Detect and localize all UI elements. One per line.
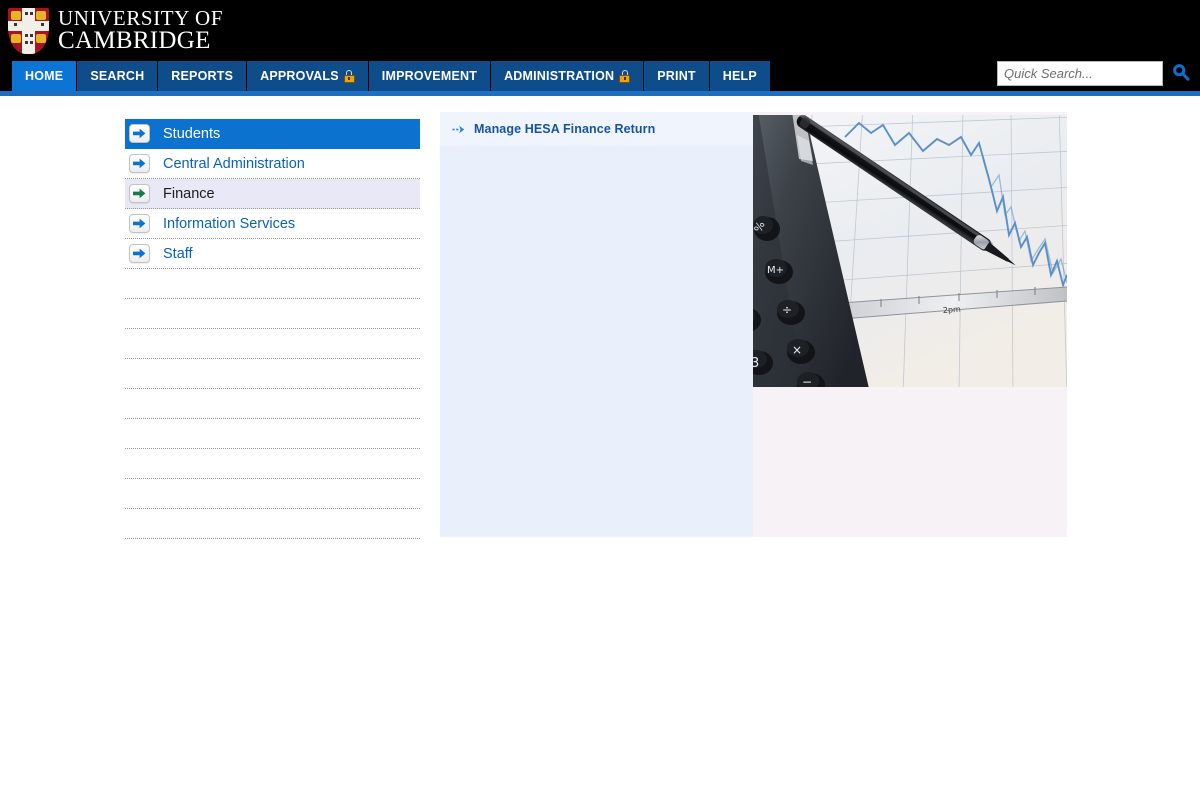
sidebar-item-label: Staff	[163, 245, 193, 262]
sidebar-item-central-administration[interactable]: Central Administration	[125, 149, 420, 179]
calculator-and-pen-on-financial-chart-photo: 2pm % M+ ÷ × − 3	[753, 115, 1067, 387]
sidebar-empty-row	[125, 419, 420, 449]
lock-icon	[343, 69, 355, 83]
sidebar-empty-row	[125, 329, 420, 359]
sidebar-empty-row	[125, 509, 420, 539]
nav-tab-search[interactable]: SEARCH	[77, 61, 159, 91]
quick-search	[997, 61, 1192, 86]
nav-tab-help[interactable]: HELP	[709, 61, 770, 91]
nav-tab-label: IMPROVEMENT	[381, 69, 478, 83]
arrow-right-icon	[129, 244, 150, 263]
sidebar-empty-row	[125, 389, 420, 419]
nav-tab-approvals[interactable]: APPROVALS	[247, 61, 369, 91]
sidebar-item-students[interactable]: Students	[125, 119, 420, 149]
dashed-arrow-icon	[452, 125, 465, 134]
svg-text:3: 3	[753, 356, 759, 371]
sidebar-empty-row	[125, 299, 420, 329]
nav-tab-label: ADMINISTRATION	[504, 69, 615, 83]
svg-text:−: −	[802, 375, 812, 387]
sidebar-item-label: Finance	[163, 185, 215, 202]
sidebar-item-label: Central Administration	[163, 155, 305, 172]
brand-logo[interactable]: UNIVERSITY OF CAMBRIDGE	[8, 8, 223, 54]
sidebar-empty-row	[125, 269, 420, 299]
search-input[interactable]	[997, 61, 1163, 86]
search-button[interactable]	[1170, 62, 1192, 86]
main-navigation: HOME SEARCH REPORTS APPROVALS IMPROVEMENT ADM…	[12, 61, 770, 91]
nav-tab-label: HOME	[25, 69, 64, 83]
sidebar-item-staff[interactable]: Staff	[125, 239, 420, 269]
cambridge-crest-icon	[8, 8, 49, 54]
category-sidebar: Students Central Administration Finance Inf…	[125, 119, 420, 539]
sidebar-item-label: Information Services	[163, 215, 296, 232]
nav-tab-label: APPROVALS	[260, 69, 339, 83]
site-header: UNIVERSITY OF CAMBRIDGE HOME SEARCH REPORT…	[0, 0, 1200, 91]
task-link-label: Manage HESA Finance Return	[474, 122, 656, 136]
arrow-right-icon	[129, 184, 150, 203]
arrow-right-icon	[129, 124, 150, 143]
search-icon	[1172, 63, 1190, 84]
sidebar-empty-row	[125, 449, 420, 479]
lock-icon	[619, 69, 631, 83]
nav-tab-label: REPORTS	[171, 69, 234, 83]
task-list-panel: Manage HESA Finance Return	[440, 112, 753, 537]
nav-tab-administration[interactable]: ADMINISTRATION	[491, 61, 645, 91]
arrow-right-icon	[129, 214, 150, 233]
sidebar-empty-row	[125, 479, 420, 509]
sidebar-empty-row	[125, 359, 420, 389]
svg-text:2pm: 2pm	[943, 305, 962, 315]
nav-tab-improvement[interactable]: IMPROVEMENT	[368, 61, 492, 91]
arrow-right-icon	[129, 154, 150, 173]
nav-tab-reports[interactable]: REPORTS	[158, 61, 248, 91]
nav-tab-home[interactable]: HOME	[12, 61, 78, 91]
nav-tab-label: HELP	[722, 69, 757, 83]
nav-tab-print[interactable]: PRINT	[644, 61, 710, 91]
svg-text:M+: M+	[767, 265, 784, 276]
nav-tab-label: SEARCH	[90, 69, 145, 83]
wordmark: UNIVERSITY OF CAMBRIDGE	[58, 8, 223, 54]
sidebar-item-label: Students	[163, 125, 221, 142]
wordmark-line-2: CAMBRIDGE	[58, 27, 211, 55]
nav-tab-label: PRINT	[657, 69, 696, 83]
header-accent-strip	[0, 91, 1200, 96]
svg-text:÷: ÷	[782, 303, 792, 317]
svg-text:×: ×	[792, 343, 802, 357]
task-link-row[interactable]: Manage HESA Finance Return	[440, 112, 753, 146]
sidebar-item-finance[interactable]: Finance	[125, 179, 420, 209]
sidebar-item-information-services[interactable]: Information Services	[125, 209, 420, 239]
illustration-panel: 2pm % M+ ÷ × − 3	[753, 112, 1067, 537]
wordmark-line-1: UNIVERSITY OF	[58, 6, 224, 31]
